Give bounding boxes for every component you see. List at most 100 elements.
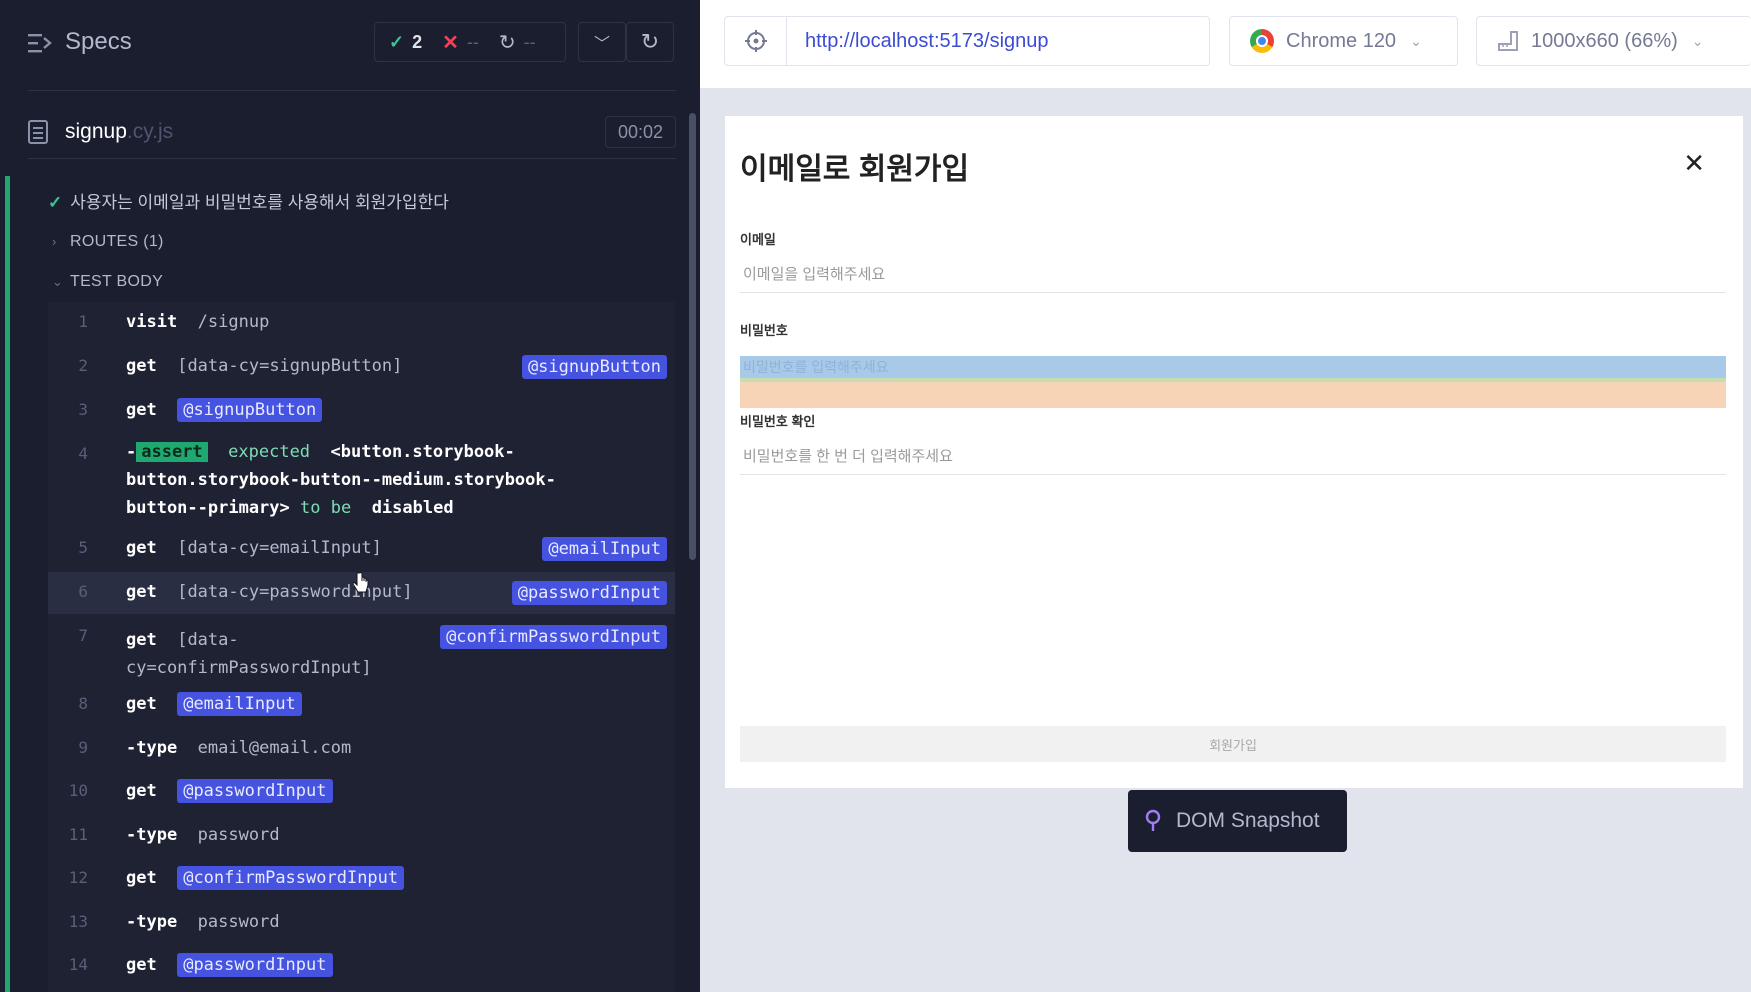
command-row[interactable]: 7 get [data- cy=confirmPasswordInput] @c… — [48, 618, 675, 682]
viewport-label: 1000x660 (66%) — [1531, 29, 1678, 52]
command-number: 8 — [78, 694, 88, 713]
command-number: 7 — [78, 626, 88, 645]
command-name: get — [126, 400, 157, 420]
command-number: 13 — [68, 912, 88, 931]
check-icon: ✓ — [389, 31, 405, 52]
assert-value: disabled — [371, 498, 454, 518]
chevron-right-icon: › — [52, 234, 57, 249]
url-text[interactable]: http://localhost:5173/signup — [787, 30, 1049, 53]
assert-command-row[interactable]: 4 - assert expected <button.storybook- bu… — [48, 436, 675, 524]
alias-badge[interactable]: @signupButton — [177, 398, 323, 422]
command-arg: [data- — [177, 630, 239, 650]
dom-snapshot-badge[interactable]: DOM Snapshot — [1128, 790, 1347, 852]
test-stats: ✓ 2 ✕ -- ↻ -- — [374, 22, 566, 62]
alias-badge[interactable]: @passwordInput — [511, 581, 667, 605]
command-log-panel: Specs ✓ 2 ✕ -- ↻ -- ﹀ ↻ signup.cy.js 00:… — [0, 0, 700, 992]
viewport-selector[interactable]: 1000x660 (66%) ⌄ — [1476, 16, 1751, 66]
command-arg: [data-cy=signupButton] — [177, 356, 403, 376]
command-row[interactable]: 3 get @signupButton — [48, 392, 675, 432]
command-number: 5 — [78, 538, 88, 557]
command-number: 1 — [78, 312, 88, 331]
alias-badge[interactable]: @signupButton — [521, 355, 667, 379]
browser-selector[interactable]: Chrome 120 ⌄ — [1229, 16, 1458, 66]
specs-title: Specs — [65, 28, 132, 55]
highlight-margin — [740, 382, 1726, 408]
close-icon[interactable]: ✕ — [1683, 148, 1705, 179]
specs-menu-icon[interactable] — [28, 33, 52, 53]
specs-header: Specs ✓ 2 ✕ -- ↻ -- ﹀ ↻ — [0, 0, 700, 88]
command-row[interactable]: 9 -type email@email.com — [48, 730, 675, 770]
assert-subject-3: button--primary> — [126, 498, 290, 518]
passed-count: 2 — [412, 31, 423, 52]
spec-ext: .cy.js — [126, 120, 174, 143]
chevron-down-icon: ﹀ — [593, 36, 610, 53]
alias-badge[interactable]: @emailInput — [542, 537, 667, 561]
assert-badge: assert — [136, 442, 208, 462]
command-row[interactable]: 13 -type password — [48, 904, 675, 944]
spec-duration: 00:02 — [604, 116, 676, 148]
rerun-button[interactable]: ↻ — [626, 22, 674, 62]
command-number: 4 — [78, 444, 88, 463]
command-name: get — [126, 582, 157, 602]
command-name: -type — [126, 738, 178, 758]
password-field[interactable]: 비밀번호를 입력해주세요 — [740, 356, 1726, 408]
pending-icon: ↻ — [498, 31, 516, 54]
command-arg: email@email.com — [197, 738, 352, 758]
routes-section[interactable]: › ROUTES (1) — [52, 233, 164, 251]
command-name: visit — [126, 312, 178, 332]
test-body-section[interactable]: ⌄ TEST BODY — [52, 273, 163, 291]
command-row[interactable]: 14 get @passwordInput — [48, 947, 675, 987]
command-arg: /signup — [197, 312, 270, 332]
chrome-icon — [1250, 29, 1274, 53]
command-row[interactable]: 8 get @emailInput — [48, 686, 675, 726]
alias-badge[interactable]: @confirmPasswordInput — [177, 866, 405, 890]
alias-badge[interactable]: @passwordInput — [177, 953, 333, 977]
command-number: 3 — [78, 400, 88, 419]
divider — [28, 158, 676, 159]
collapse-button[interactable]: ﹀ — [578, 22, 626, 62]
command-row[interactable]: 2 get [data-cy=signupButton] @signupButt… — [48, 348, 675, 388]
command-row[interactable]: 5 get [data-cy=emailInput] @emailInput — [48, 530, 675, 570]
alias-badge[interactable]: @confirmPasswordInput — [440, 625, 667, 649]
app-under-test: 이메일로 회원가입 ✕ 이메일 이메일을 입력해주세요 비밀번호 비밀번호를 입… — [725, 116, 1743, 788]
alias-badge[interactable]: @emailInput — [177, 692, 302, 716]
command-row[interactable]: 1 visit /signup — [48, 304, 675, 344]
email-field[interactable]: 이메일을 입력해주세요 — [740, 257, 1726, 293]
signup-button[interactable]: 회원가입 — [740, 726, 1726, 762]
check-icon: ✓ — [48, 193, 63, 212]
command-row[interactable]: 12 get @confirmPasswordInput — [48, 860, 675, 900]
command-arg-cont: cy=confirmPasswordInput] — [126, 658, 372, 678]
spec-file-row: signup.cy.js 00:02 — [28, 112, 676, 158]
command-name: get — [126, 356, 157, 376]
failed-count: -- — [466, 31, 479, 52]
command-row[interactable]: 10 get @passwordInput — [48, 773, 675, 813]
command-name: get — [126, 955, 157, 975]
url-bar[interactable]: http://localhost:5173/signup — [724, 16, 1210, 66]
password-placeholder: 비밀번호를 입력해주세요 — [743, 359, 889, 375]
scrollbar[interactable] — [689, 113, 696, 560]
command-row[interactable]: 11 -type password — [48, 817, 675, 857]
spec-filename[interactable]: signup.cy.js — [65, 120, 173, 144]
alias-badge[interactable]: @passwordInput — [177, 779, 333, 803]
spec-name: signup — [65, 120, 127, 143]
confirm-password-label: 비밀번호 확인 — [740, 414, 816, 429]
command-arg: password — [197, 912, 280, 932]
crosshair-icon — [744, 30, 767, 52]
command-number: 11 — [68, 825, 88, 844]
selector-playground-button[interactable] — [725, 17, 787, 65]
test-title[interactable]: ✓ 사용자는 이메일과 비밀번호를 사용해서 회원가입한다 — [48, 188, 449, 213]
assert-to-be: to be — [300, 498, 352, 518]
command-name: get — [126, 781, 157, 801]
command-number: 6 — [78, 582, 88, 601]
chevron-down-icon: ⌄ — [1691, 32, 1704, 49]
app-preview-panel: http://localhost:5173/signup Chrome 120 … — [700, 0, 1751, 992]
command-name: get — [126, 868, 157, 888]
command-name: get — [126, 538, 157, 558]
assert-expected: expected — [228, 442, 311, 462]
command-number: 10 — [68, 781, 88, 800]
command-arg: [data-cy=passwordInput] — [177, 582, 413, 602]
command-name: -type — [126, 912, 178, 932]
confirm-password-field[interactable]: 비밀번호를 한 번 더 입력해주세요 — [740, 439, 1726, 475]
divider — [28, 90, 676, 91]
test-title-text: 사용자는 이메일과 비밀번호를 사용해서 회원가입한다 — [70, 193, 449, 212]
